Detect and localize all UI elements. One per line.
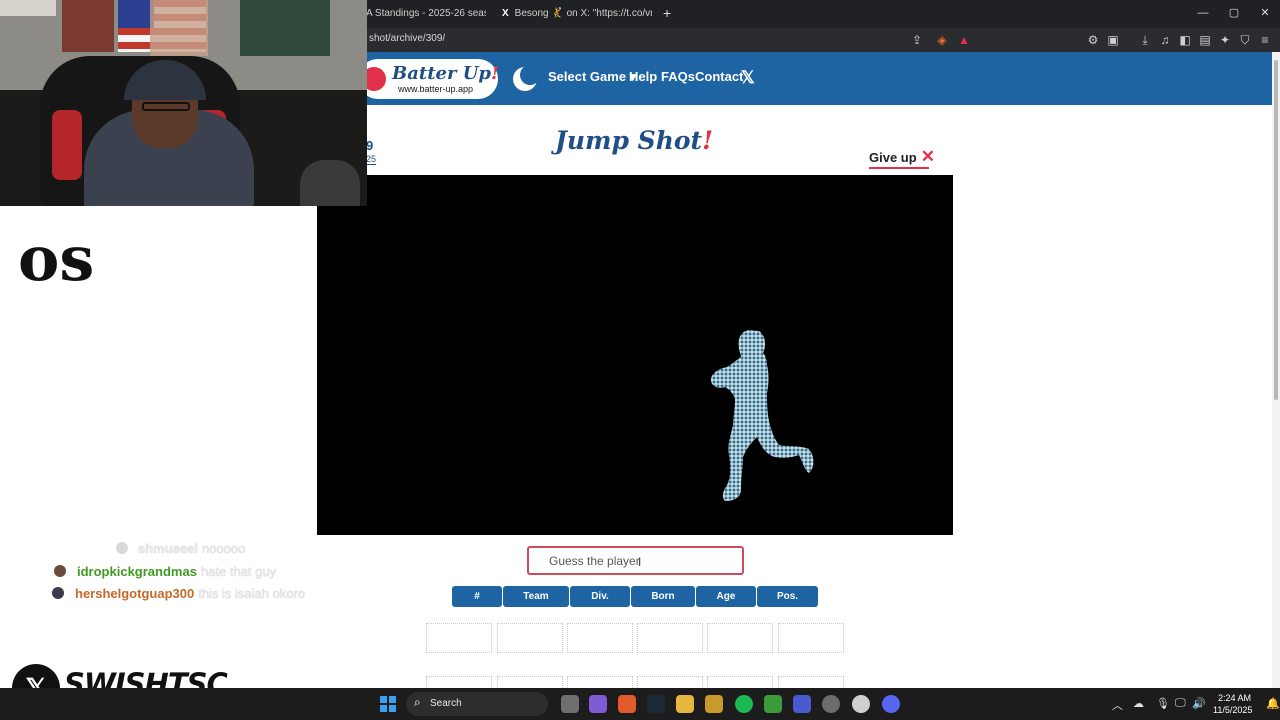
- app-icon[interactable]: [852, 695, 870, 713]
- nav-select-game[interactable]: Select Game ▾: [548, 69, 636, 85]
- sidebar-icon[interactable]: ◧: [1177, 32, 1193, 48]
- maximize-button[interactable]: ▢: [1224, 5, 1244, 21]
- vpn-icon[interactable]: ⛉: [1237, 32, 1253, 48]
- tray-chevron-icon[interactable]: ︿: [1112, 697, 1123, 713]
- chat-badge-icon: [52, 587, 64, 599]
- webcam-poster: [0, 0, 56, 16]
- app-icon[interactable]: [822, 695, 840, 713]
- close-icon: ✕: [920, 147, 935, 166]
- logo-url: www.batter-up.app: [398, 84, 474, 94]
- chat-message: shmueeel nooooo: [138, 541, 246, 556]
- tab-label: Besong 🤾 on X: "https://t.co/vnA5g: [514, 8, 652, 19]
- brave-rewards-icon[interactable]: ▲: [956, 32, 972, 48]
- notification-icon[interactable]: 🔔: [1266, 697, 1280, 710]
- guess-player-input[interactable]: [527, 546, 744, 575]
- minimize-button[interactable]: —: [1193, 5, 1213, 21]
- guess-cell: [707, 623, 773, 653]
- volume-icon[interactable]: 🔊: [1192, 697, 1206, 710]
- player-silhouette-canvas: [317, 175, 953, 535]
- windows-start-icon[interactable]: [380, 696, 396, 712]
- windows-taskbar: ⌕ Search ︿ ☁ 🎙 🖵 🔊 2:24 AM 11/5/2025 🔔: [0, 688, 1280, 720]
- give-up-label: Give up: [869, 150, 917, 165]
- chat-message: idropkickgrandmas hate that guy: [77, 564, 277, 579]
- url-field[interactable]: shot/archive/309/: [369, 33, 445, 44]
- nav-faqs[interactable]: FAQs: [661, 69, 695, 84]
- guess-cell: [497, 623, 563, 653]
- webcam-headset: [300, 160, 360, 206]
- player-silhouette-image: [710, 330, 814, 501]
- column-header-born: Born: [631, 586, 695, 607]
- column-header-position: Pos.: [757, 586, 818, 607]
- wallet-icon[interactable]: ▣: [1105, 32, 1121, 48]
- x-social-icon[interactable]: 𝕏: [741, 68, 755, 88]
- onedrive-icon[interactable]: ☁: [1133, 697, 1144, 710]
- webcam-flag-canton: [118, 0, 154, 28]
- file-explorer-icon[interactable]: [676, 695, 694, 713]
- close-window-button[interactable]: ✕: [1255, 5, 1275, 21]
- webcam-streamer-glasses: [142, 102, 190, 111]
- clock-time[interactable]: 2:24 AM: [1218, 693, 1251, 703]
- x-logo-icon: X: [502, 8, 509, 19]
- webcam-poster: [240, 0, 330, 56]
- chat-badge-icon: [116, 542, 128, 554]
- brave-browser-icon[interactable]: [618, 695, 636, 713]
- puzzle-number: 9: [366, 138, 374, 153]
- task-view-icon[interactable]: [561, 695, 579, 713]
- chat-badge-icon: [54, 565, 66, 577]
- page-scrollbar[interactable]: [1272, 52, 1280, 688]
- reader-icon[interactable]: ▤: [1197, 32, 1213, 48]
- site-logo[interactable]: Batter Up! www.batter-up.app: [358, 59, 499, 99]
- scrollbar-thumb[interactable]: [1274, 60, 1278, 400]
- guess-cell: [426, 623, 492, 653]
- nav-help[interactable]: Help: [629, 69, 657, 84]
- discord-icon[interactable]: [882, 695, 900, 713]
- app-icon[interactable]: [793, 695, 811, 713]
- column-header-age: Age: [696, 586, 756, 607]
- guess-cell: [567, 623, 633, 653]
- download-icon[interactable]: ⤓: [1137, 32, 1153, 48]
- webcam-poster: [150, 0, 208, 56]
- dark-mode-moon-icon[interactable]: [512, 66, 538, 92]
- chat-message: hershelgotguap300 this is isaiah okoro: [75, 586, 306, 601]
- screen: A Standings - 2025-26 season - ES X Beson…: [0, 0, 1280, 720]
- ai-sparkle-icon[interactable]: ✦: [1217, 32, 1233, 48]
- microphone-icon[interactable]: 🎙: [1156, 697, 1170, 710]
- copilot-icon[interactable]: [589, 695, 607, 713]
- music-icon[interactable]: ♫: [1157, 32, 1173, 48]
- clock-date[interactable]: 11/5/2025: [1213, 705, 1252, 715]
- brave-shield-icon[interactable]: ◈: [934, 32, 950, 48]
- nav-contact[interactable]: Contact: [695, 69, 743, 84]
- new-tab-button[interactable]: +: [663, 4, 671, 22]
- xbox-icon[interactable]: [764, 695, 782, 713]
- taskbar-search[interactable]: ⌕ Search: [406, 692, 548, 716]
- logo-title: Batter Up!: [392, 63, 499, 84]
- network-icon[interactable]: 🖵: [1175, 697, 1186, 710]
- column-header-division: Div.: [570, 586, 630, 607]
- spotify-icon[interactable]: [735, 695, 753, 713]
- browser-tab-x-post[interactable]: X Besong 🤾 on X: "https://t.co/vnA5g: [502, 4, 652, 24]
- search-icon: ⌕: [414, 695, 421, 709]
- text-cursor-icon: I: [638, 555, 642, 569]
- column-header-team: Team: [503, 586, 569, 607]
- menu-icon[interactable]: ≡: [1257, 32, 1273, 48]
- steam-icon[interactable]: [647, 695, 665, 713]
- column-header-number: #: [452, 586, 502, 607]
- browser-tab-standings[interactable]: A Standings - 2025-26 season - ES: [366, 4, 486, 24]
- webcam-feed: [0, 0, 367, 206]
- app-icon[interactable]: [705, 695, 723, 713]
- guess-cell: [778, 623, 844, 653]
- guess-cell: [637, 623, 703, 653]
- share-icon[interactable]: ⇪: [909, 32, 925, 48]
- tab-label: A Standings - 2025-26 season - ES: [366, 8, 486, 19]
- webcam-chair-trim: [52, 110, 82, 180]
- puzzle-date-link[interactable]: 25: [366, 154, 377, 165]
- page-title: Jump Shot!: [555, 126, 714, 155]
- extensions-icon[interactable]: ⚙: [1085, 32, 1101, 48]
- webcam-poster: [62, 0, 114, 52]
- stream-overlay-text: os: [18, 222, 95, 295]
- give-up-button[interactable]: Give up ✕: [869, 148, 935, 169]
